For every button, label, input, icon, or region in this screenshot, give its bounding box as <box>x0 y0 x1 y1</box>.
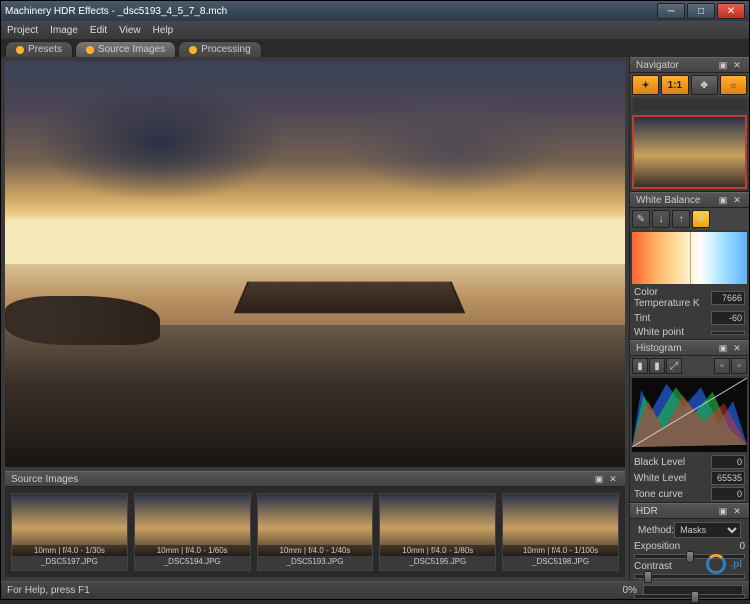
menu-help[interactable]: Help <box>153 25 174 36</box>
panel-pin-icon[interactable]: ▣ <box>717 59 729 71</box>
tab-presets[interactable]: Presets <box>5 41 73 57</box>
minimize-button[interactable]: ─ <box>657 3 685 19</box>
menu-edit[interactable]: Edit <box>90 25 107 36</box>
nav-move-button[interactable]: ✥ <box>691 75 718 95</box>
histo-opt1-icon[interactable]: ▫ <box>714 358 730 374</box>
histo-luma-icon[interactable]: ▮ <box>649 358 665 374</box>
titlebar: Machinery HDR Effects - _dsc5193_4_5_7_8… <box>1 1 749 21</box>
tabbar: Presets Source Images Processing <box>1 39 749 57</box>
hdr-header: HDR ▣ ✕ <box>630 503 749 519</box>
histo-opt2-icon[interactable]: ▫ <box>731 358 747 374</box>
source-images-header: Source Images ▣ ✕ <box>5 471 625 487</box>
white-level-value[interactable]: 65535 <box>711 471 745 485</box>
histo-rgb-icon[interactable]: ▮ <box>632 358 648 374</box>
image-viewport[interactable] <box>5 61 625 467</box>
tint-value[interactable]: -60 <box>711 311 745 325</box>
status-help: For Help, press F1 <box>7 585 90 596</box>
panel-pin-icon[interactable]: ▣ <box>717 194 729 206</box>
zoom-slider[interactable] <box>634 99 745 111</box>
eyedropper-icon[interactable]: ✎ <box>632 210 650 228</box>
close-button[interactable]: ✕ <box>717 3 745 19</box>
menubar: Project Image Edit View Help <box>1 21 749 39</box>
processing-icon <box>189 46 197 54</box>
wb-up-icon[interactable]: ↑ <box>672 210 690 228</box>
logo-swirl-icon <box>706 554 726 574</box>
tone-curve-value[interactable]: 0 <box>711 487 745 501</box>
menu-view[interactable]: View <box>119 25 141 36</box>
panel-pin-icon[interactable]: ▣ <box>593 473 605 485</box>
thumbnail[interactable]: 10mm | f/4.0 - 1/40s_DSC5193.JPG <box>257 493 374 571</box>
source-images-icon <box>86 46 94 54</box>
menu-project[interactable]: Project <box>7 25 38 36</box>
preview-ground <box>5 325 625 467</box>
window-title: Machinery HDR Effects - _dsc5193_4_5_7_8… <box>5 6 227 17</box>
nav-gear-button[interactable]: ☼ <box>720 75 747 95</box>
tab-processing[interactable]: Processing <box>178 41 261 57</box>
histo-curve-icon[interactable]: ⤢ <box>666 358 682 374</box>
white-balance-header: White Balance ▣ ✕ <box>630 192 749 208</box>
sun-icon[interactable]: ☀ <box>692 210 710 228</box>
thumbnail-strip: 10mm | f/4.0 - 1/30s_DSC5197.JPG 10mm | … <box>5 487 625 577</box>
nav-1to1-button[interactable]: 1:1 <box>661 75 688 95</box>
navigator-header: Navigator ▣ ✕ <box>630 57 749 73</box>
menu-image[interactable]: Image <box>50 25 78 36</box>
panel-pin-icon[interactable]: ▣ <box>717 342 729 354</box>
histogram-canvas[interactable] <box>632 378 747 452</box>
nav-fit-button[interactable]: ✦ <box>632 75 659 95</box>
tab-source-images[interactable]: Source Images <box>75 41 176 57</box>
white-point-value[interactable] <box>711 331 745 335</box>
panel-close-icon[interactable]: ✕ <box>731 194 743 206</box>
panel-close-icon[interactable]: ✕ <box>607 473 619 485</box>
maximize-button[interactable]: □ <box>687 3 715 19</box>
panel-close-icon[interactable]: ✕ <box>731 342 743 354</box>
thumbnail[interactable]: 10mm | f/4.0 - 1/100s_DSC5198.JPG <box>502 493 619 571</box>
hdr-method-select[interactable]: Masks <box>674 522 741 538</box>
color-temp-value[interactable]: 7666 <box>711 291 745 305</box>
black-level-value[interactable]: 0 <box>711 455 745 469</box>
wb-down-icon[interactable]: ↓ <box>652 210 670 228</box>
thumbnail[interactable]: 10mm | f/4.0 - 1/60s_DSC5194.JPG <box>134 493 251 571</box>
navigator-preview[interactable] <box>632 115 747 189</box>
thumbnail[interactable]: 10mm | f/4.0 - 1/80s_DSC5195.JPG <box>379 493 496 571</box>
logo: .pl <box>706 554 742 574</box>
brightness-slider[interactable] <box>634 594 745 599</box>
presets-icon <box>16 46 24 54</box>
thumbnail[interactable]: 10mm | f/4.0 - 1/30s_DSC5197.JPG <box>11 493 128 571</box>
panel-close-icon[interactable]: ✕ <box>731 505 743 517</box>
color-temperature-gradient[interactable] <box>632 232 747 284</box>
histogram-header: Histogram ▣ ✕ <box>630 340 749 356</box>
contrast-slider[interactable] <box>634 574 745 579</box>
panel-pin-icon[interactable]: ▣ <box>717 505 729 517</box>
preview-pier <box>233 282 464 313</box>
panel-close-icon[interactable]: ✕ <box>731 59 743 71</box>
